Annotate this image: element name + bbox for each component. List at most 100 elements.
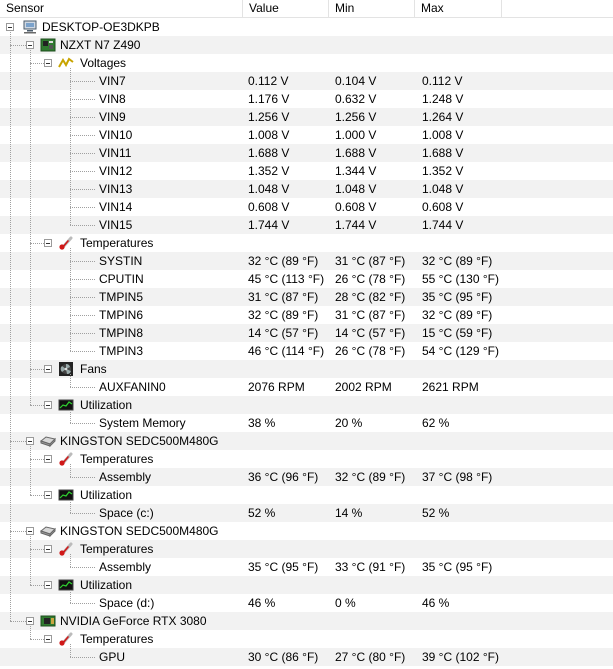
tree-node-row[interactable]: Temperatures <box>0 234 613 252</box>
utilization-icon <box>58 488 74 502</box>
tree-node-row[interactable]: Utilization <box>0 396 613 414</box>
sensor-min: 1.000 V <box>335 128 377 142</box>
sensor-name: TMPIN3 <box>99 344 144 358</box>
sensor-min: 31 °C (87 °F) <box>335 308 406 322</box>
tree-guide-line <box>70 207 95 208</box>
tree-node-row[interactable]: Fans <box>0 360 613 378</box>
sensor-max: 1.264 V <box>422 110 464 124</box>
tree-guide-line <box>70 423 95 424</box>
sensor-name: TMPIN5 <box>99 290 144 304</box>
voltage-icon <box>58 56 74 70</box>
tree-node-row[interactable]: KINGSTON SEDC500M480G <box>0 432 613 450</box>
tree-guide-line <box>70 644 71 657</box>
sensor-name: Assembly <box>99 470 152 484</box>
collapse-toggle[interactable] <box>44 401 52 409</box>
collapse-toggle[interactable] <box>44 455 52 463</box>
tree-node-row[interactable]: Utilization <box>0 486 613 504</box>
column-header-max[interactable]: Max <box>415 0 502 18</box>
sensor-max: 1.248 V <box>422 92 464 106</box>
tree-guide-line <box>70 248 71 351</box>
sensor-value: 46 % <box>248 596 276 610</box>
sensor-max: 0.112 V <box>422 74 463 88</box>
tree-guide-line <box>70 225 95 226</box>
tree-guide-line <box>70 554 71 567</box>
sensor-name: System Memory <box>99 416 186 430</box>
tree-node-label: Voltages <box>80 56 127 70</box>
tree-node-row[interactable]: Voltages <box>0 54 613 72</box>
sensor-value: 36 °C (96 °F) <box>248 470 319 484</box>
drive-icon <box>39 434 56 448</box>
collapse-toggle[interactable] <box>44 365 52 373</box>
collapse-toggle[interactable] <box>44 239 52 247</box>
tree-guide-line <box>70 99 95 100</box>
collapse-toggle[interactable] <box>44 635 52 643</box>
collapse-toggle[interactable] <box>26 437 34 445</box>
collapse-toggle[interactable] <box>26 527 34 535</box>
tree-guide-line <box>30 369 44 370</box>
collapse-toggle[interactable] <box>26 617 34 625</box>
sensor-max: 1.008 V <box>422 128 464 142</box>
collapse-toggle[interactable] <box>44 581 52 589</box>
tree-guide-line <box>10 32 11 621</box>
tree-node-row[interactable]: NVIDIA GeForce RTX 3080 <box>0 612 613 630</box>
utilization-icon <box>58 578 74 592</box>
sensor-value: 35 °C (95 °F) <box>248 560 319 574</box>
sensor-min: 1.688 V <box>335 146 377 160</box>
collapse-toggle[interactable] <box>44 59 52 67</box>
column-header-value[interactable]: Value <box>243 0 329 18</box>
sensor-max: 32 °C (89 °F) <box>422 254 493 268</box>
tree-guide-line <box>70 464 71 477</box>
tree-node-label: DESKTOP-OE3DKPB <box>42 20 160 34</box>
tree-node-row[interactable]: DESKTOP-OE3DKPB <box>0 18 613 36</box>
tree-node-label: Utilization <box>80 398 133 412</box>
sensor-name: GPU <box>99 650 126 664</box>
column-header-min[interactable]: Min <box>329 0 415 18</box>
sensor-value: 2076 RPM <box>248 380 305 394</box>
sensor-name: Assembly <box>99 560 152 574</box>
sensor-max: 32 °C (89 °F) <box>422 308 493 322</box>
tree-guide-line <box>70 117 95 118</box>
sensor-value: 30 °C (86 °F) <box>248 650 319 664</box>
column-header-sensor[interactable]: Sensor <box>0 0 243 18</box>
tree-guide-line <box>30 495 44 496</box>
tree-guide-line <box>30 243 44 244</box>
sensor-name: TMPIN8 <box>99 326 144 340</box>
thermometer-icon <box>58 632 74 646</box>
sensor-max: 1.048 V <box>422 182 464 196</box>
sensor-name: Space (c:) <box>99 506 154 520</box>
sensor-min: 1.744 V <box>335 218 377 232</box>
sensor-name: VIN15 <box>99 218 133 232</box>
tree-node-row[interactable]: Temperatures <box>0 630 613 648</box>
tree-guide-line <box>70 171 95 172</box>
tree-guide-line <box>70 387 95 388</box>
thermometer-icon <box>58 542 74 556</box>
tree-guide-line <box>70 590 71 603</box>
sensor-max: 1.352 V <box>422 164 464 178</box>
sensor-value: 31 °C (87 °F) <box>248 290 319 304</box>
sensor-value: 0.608 V <box>248 200 290 214</box>
tree-node-row[interactable]: NZXT N7 Z490 <box>0 36 613 54</box>
tree-guide-line <box>70 261 95 262</box>
sensor-min: 26 °C (78 °F) <box>335 344 406 358</box>
tree-node-label: KINGSTON SEDC500M480G <box>60 524 219 538</box>
collapse-toggle[interactable] <box>26 41 34 49</box>
sensor-max: 54 °C (129 °F) <box>422 344 499 358</box>
tree-node-row[interactable]: Utilization <box>0 576 613 594</box>
tree-guide-line <box>30 536 31 585</box>
tree-guide-line <box>30 50 31 405</box>
tree-node-row[interactable]: KINGSTON SEDC500M480G <box>0 522 613 540</box>
sensor-max: 35 °C (95 °F) <box>422 560 493 574</box>
sensor-max: 62 % <box>422 416 450 430</box>
tree-guide-line <box>70 374 71 387</box>
sensor-min: 14 % <box>335 506 363 520</box>
tree-node-row[interactable]: Temperatures <box>0 450 613 468</box>
collapse-toggle[interactable] <box>44 545 52 553</box>
tree-node-row[interactable]: Temperatures <box>0 540 613 558</box>
sensor-name: VIN11 <box>99 146 132 160</box>
tree-guide-line <box>30 446 31 495</box>
collapse-toggle[interactable] <box>44 491 52 499</box>
tree-guide-line <box>70 189 95 190</box>
sensor-name: TMPIN6 <box>99 308 144 322</box>
collapse-toggle[interactable] <box>6 23 14 31</box>
tree-guide-line <box>30 63 44 64</box>
